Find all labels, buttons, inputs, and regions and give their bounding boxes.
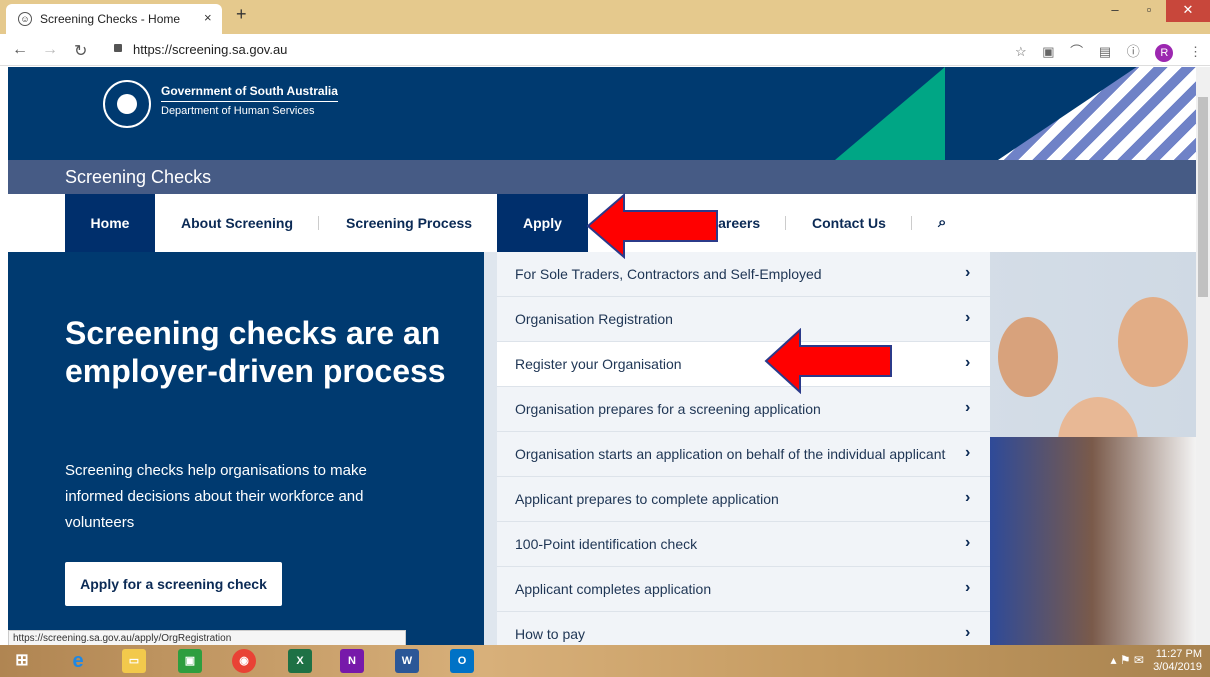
browser-tab[interactable]: ☺ Screening Checks - Home ×	[6, 4, 222, 34]
menu-item[interactable]: Organisation Registration ›	[497, 297, 990, 342]
header-decoration-triangle	[835, 67, 945, 160]
extension-d-icon[interactable]: ▣	[1042, 44, 1054, 60]
new-tab-icon[interactable]: +	[236, 4, 247, 25]
nav-separator	[318, 216, 319, 230]
outlook-icon[interactable]: O	[450, 649, 474, 673]
reload-icon[interactable]: ↻	[74, 41, 87, 61]
gov-name: Government of South Australia	[161, 84, 338, 102]
nav-contact-us[interactable]: Contact Us	[812, 194, 886, 252]
nav-separator	[785, 216, 786, 230]
extension-info-icon[interactable]: ⓘ	[1127, 41, 1140, 60]
web-page: Government of South Australia Department…	[8, 67, 1196, 645]
page-scrollbar[interactable]	[1196, 67, 1210, 645]
chevron-right-icon: ›	[965, 534, 971, 551]
hero-panel: Screening checks are an employer-driven …	[8, 252, 484, 645]
bookmark-star-icon[interactable]: ☆	[1015, 44, 1027, 60]
scroll-thumb[interactable]	[1198, 97, 1208, 297]
extensions-area: ☆ ▣ ⌒ ▤ ⓘ R ⋮	[1003, 41, 1202, 62]
apply-dropdown-menu: For Sole Traders, Contractors and Self-E…	[497, 252, 990, 645]
dept-name: Department of Human Services	[161, 105, 315, 117]
tab-title: Screening Checks - Home	[40, 12, 181, 26]
menu-item[interactable]: For Sole Traders, Contractors and Self-E…	[497, 252, 990, 297]
excel-icon[interactable]: X	[288, 649, 312, 673]
menu-item[interactable]: How to pay ›	[497, 612, 990, 645]
lock-icon	[114, 44, 122, 52]
window-controls: – ▫ ✕	[1098, 0, 1210, 24]
chevron-right-icon: ›	[965, 489, 971, 506]
people-photo	[988, 287, 1196, 645]
hero-heading: Screening checks are an employer-driven …	[65, 315, 446, 389]
address-bar: ← → ↻ https://screening.sa.gov.au ☆ ▣ ⌒ …	[0, 34, 1210, 66]
file-explorer-icon[interactable]: ▭	[122, 649, 146, 673]
extension-arc-icon[interactable]: ⌒	[1070, 41, 1083, 60]
menu-item[interactable]: 100-Point identification check ›	[497, 522, 990, 567]
taskbar-clock[interactable]: 11:27 PM 3/04/2019	[1153, 648, 1202, 674]
onenote-icon[interactable]: N	[340, 649, 364, 673]
close-tab-icon[interactable]: ×	[204, 10, 212, 25]
search-icon[interactable]: ⌕	[938, 194, 946, 252]
chevron-right-icon: ›	[965, 354, 971, 371]
menu-item[interactable]: Organisation starts an application on be…	[497, 432, 990, 477]
site-title[interactable]: Screening Checks	[65, 167, 211, 188]
site-favicon-icon: ☺	[18, 12, 32, 26]
red-arrow-apply	[586, 193, 718, 259]
chevron-right-icon: ›	[965, 264, 971, 281]
profile-avatar[interactable]: R	[1155, 44, 1174, 62]
windows-start-icon[interactable]: ⊞	[10, 649, 34, 673]
ie-icon[interactable]: e	[66, 649, 90, 673]
hero-text: Screening checks help organisations to m…	[65, 462, 367, 531]
forward-icon[interactable]: →	[42, 41, 58, 59]
chevron-right-icon: ›	[965, 579, 971, 596]
maximize-icon[interactable]: ▫	[1132, 0, 1166, 22]
windows-taskbar: ⊞ e ▭ ▣ ◉ X N W O ▴ ⚑ ✉ 11:27 PM 3/04/20…	[0, 645, 1210, 677]
red-arrow-register	[764, 328, 892, 394]
nav-home[interactable]: Home	[65, 194, 155, 252]
menu-item[interactable]: Applicant completes application ›	[497, 567, 990, 612]
menu-item[interactable]: Applicant prepares to complete applicati…	[497, 477, 990, 522]
window-close-icon[interactable]: ✕	[1166, 0, 1210, 22]
chevron-right-icon: ›	[965, 399, 971, 416]
clock-time: 11:27 PM	[1155, 648, 1202, 660]
menu-item[interactable]: Organisation prepares for a screening ap…	[497, 387, 990, 432]
menu-kebab-icon[interactable]: ⋮	[1189, 44, 1202, 60]
nav-separator	[911, 216, 912, 230]
chevron-right-icon: ›	[965, 624, 971, 641]
minimize-icon[interactable]: –	[1098, 0, 1132, 22]
header-decoration-stripes	[998, 67, 1196, 160]
site-header: Government of South Australia Department…	[8, 67, 1196, 160]
gov-sa-logo[interactable]	[103, 80, 151, 128]
nav-screening-process[interactable]: Screening Process	[346, 194, 472, 252]
apply-screening-button[interactable]: Apply for a screening check	[65, 562, 282, 606]
store-icon[interactable]: ▣	[178, 649, 202, 673]
extension-pdf-icon[interactable]: ▤	[1099, 44, 1111, 60]
site-title-bar: Screening Checks	[8, 160, 1196, 194]
chevron-right-icon: ›	[965, 444, 971, 461]
status-bar-url: https://screening.sa.gov.au/apply/OrgReg…	[8, 630, 406, 645]
chevron-right-icon: ›	[965, 309, 971, 326]
browser-tab-bar: ☺ Screening Checks - Home × + – ▫ ✕	[0, 0, 1210, 34]
word-icon[interactable]: W	[395, 649, 419, 673]
system-tray[interactable]: ▴ ⚑ ✉	[1110, 653, 1144, 667]
url-field[interactable]: https://screening.sa.gov.au	[133, 42, 287, 57]
clock-date: 3/04/2019	[1153, 661, 1202, 673]
menu-item[interactable]: Register your Organisation ›	[497, 342, 990, 387]
back-icon[interactable]: ←	[12, 41, 28, 59]
nav-apply[interactable]: Apply	[497, 194, 588, 252]
chrome-icon[interactable]: ◉	[232, 649, 256, 673]
nav-about-screening[interactable]: About Screening	[181, 194, 293, 252]
